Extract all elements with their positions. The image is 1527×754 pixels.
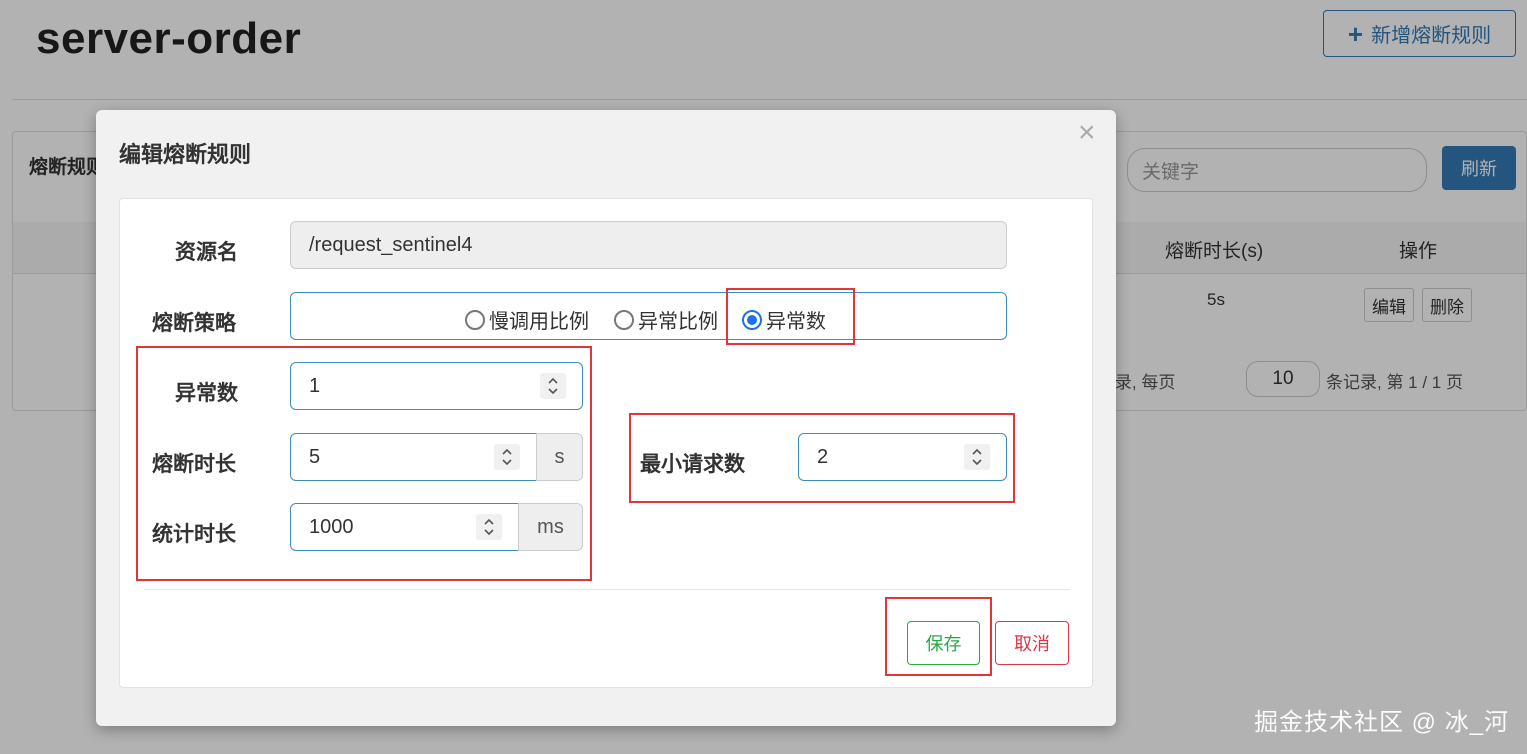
number-spinner-icon[interactable] xyxy=(540,373,566,399)
radio-slow-ratio[interactable]: 慢调用比例 xyxy=(465,305,589,334)
strategy-radio-group: 慢调用比例 异常比例 异常数 xyxy=(290,292,1007,340)
radio-circle-icon xyxy=(614,309,634,330)
duration-input[interactable]: 5 xyxy=(290,433,537,481)
min-request-value: 2 xyxy=(817,445,829,468)
number-spinner-icon[interactable] xyxy=(494,444,520,470)
radio-error-ratio[interactable]: 异常比例 xyxy=(614,305,718,334)
footer-divider xyxy=(144,589,1070,590)
duration-unit: s xyxy=(536,433,583,481)
radio-checked-icon xyxy=(742,309,762,330)
exception-count-value: 1 xyxy=(309,374,321,397)
watermark: 掘金技术社区 @ 冰_河 xyxy=(1254,709,1510,736)
modal-title: 编辑熔断规则 xyxy=(119,142,252,167)
resource-label: 资源名 xyxy=(175,241,238,264)
radio-circle-icon xyxy=(465,309,485,330)
stat-duration-unit: ms xyxy=(518,503,583,551)
stat-duration-label: 统计时长 xyxy=(152,523,236,546)
min-request-label: 最小请求数 xyxy=(640,453,745,476)
modal-body: 资源名 /request_sentinel4 熔断策略 慢调用比例 异常比例 异… xyxy=(119,198,1093,688)
stat-duration-value: 1000 xyxy=(309,515,354,538)
radio-error-ratio-label: 异常比例 xyxy=(638,311,718,333)
duration-value: 5 xyxy=(309,445,321,468)
close-icon[interactable]: × xyxy=(1078,118,1096,148)
cancel-button[interactable]: 取消 xyxy=(995,621,1069,665)
radio-slow-ratio-label: 慢调用比例 xyxy=(489,311,589,333)
radio-error-count[interactable]: 异常数 xyxy=(742,305,826,334)
stat-duration-input[interactable]: 1000 xyxy=(290,503,519,551)
number-spinner-icon[interactable] xyxy=(476,514,502,540)
min-request-input[interactable]: 2 xyxy=(798,433,1007,481)
strategy-label: 熔断策略 xyxy=(152,312,236,335)
exception-count-input[interactable]: 1 xyxy=(290,362,583,410)
edit-rule-modal: 编辑熔断规则 × 资源名 /request_sentinel4 熔断策略 慢调用… xyxy=(96,110,1116,726)
radio-error-count-label: 异常数 xyxy=(766,311,826,333)
duration-label: 熔断时长 xyxy=(152,453,236,476)
number-spinner-icon[interactable] xyxy=(964,444,990,470)
resource-field: /request_sentinel4 xyxy=(290,221,1007,269)
exception-count-label: 异常数 xyxy=(175,382,238,405)
save-button[interactable]: 保存 xyxy=(907,621,980,665)
